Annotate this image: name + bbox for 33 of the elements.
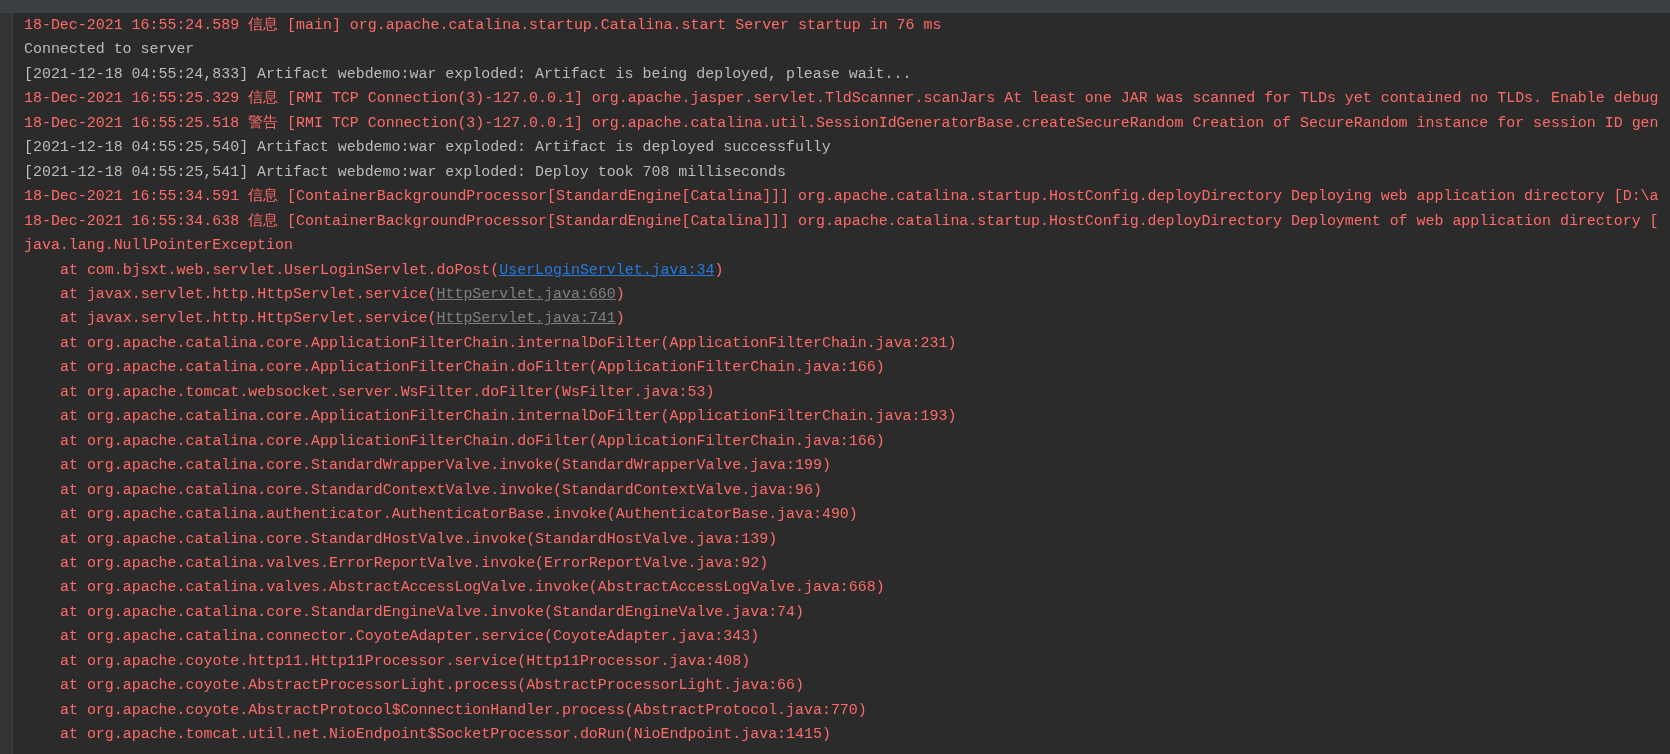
log-line: java.lang.NullPointerException bbox=[24, 236, 293, 256]
log-line: at org.apache.catalina.valves.AbstractAccessLogValve.invoke(AbstractAccessLogValve.java:668) bbox=[60, 578, 885, 598]
log-line: at com.bjsxt.web.servlet.UserLoginServlet.doPost(UserLoginServlet.java:34) bbox=[60, 260, 724, 280]
log-line: at org.apache.coyote.AbstractProtocol$ConnectionHandler.process(AbstractProtocol.java:770) bbox=[60, 700, 867, 720]
log-line: at org.apache.coyote.http11.Http11Processor.service(Http11Processor.java:408) bbox=[60, 651, 751, 671]
log-line: [2021-12-18 04:55:25,540] Artifact webdemo:war exploded: Artifact is deployed successfully bbox=[24, 138, 831, 158]
log-line: at org.apache.catalina.authenticator.AuthenticatorBase.invoke(AuthenticatorBase.java:490) bbox=[60, 505, 858, 525]
log-line: at org.apache.catalina.core.ApplicationFilterChain.internalDoFilter(ApplicationFilterChain.java:231) bbox=[60, 333, 957, 353]
log-line: at org.apache.catalina.core.StandardHostValve.invoke(StandardHostValve.java:139) bbox=[60, 529, 778, 549]
source-link[interactable]: UserLoginServlet.java:34 bbox=[499, 261, 715, 278]
log-line: [2021-12-18 04:55:25,541] Artifact webdemo:war exploded: Deploy took 708 milliseconds bbox=[24, 162, 786, 182]
log-line: at org.apache.catalina.core.StandardWrapperValve.invoke(StandardWrapperValve.java:199) bbox=[60, 456, 831, 476]
log-line: at org.apache.tomcat.util.net.NioEndpoint$SocketProcessor.doRun(NioEndpoint.java:1415) bbox=[60, 725, 831, 745]
log-line: at org.apache.catalina.core.ApplicationFilterChain.doFilter(ApplicationFilterChain.java:166) bbox=[60, 358, 885, 378]
log-line: at javax.servlet.http.HttpServlet.service(HttpServlet.java:741) bbox=[60, 309, 625, 329]
log-line: 18-Dec-2021 16:55:34.591 信息 [ContainerBackgroundProcessor[StandardEngine[Catalina]]] org.apache.catalina.startup.HostConfig.deployDirectory Deploying web application directory [D:\a bbox=[24, 187, 1659, 207]
log-line: 18-Dec-2021 16:55:34.638 信息 [ContainerBackgroundProcessor[StandardEngine[Catalina]]] org.apache.catalina.startup.HostConfig.deployDirectory Deployment of web application directory [ bbox=[24, 211, 1659, 231]
log-line: at org.apache.catalina.core.ApplicationFilterChain.internalDoFilter(ApplicationFilterChain.java:193) bbox=[60, 407, 957, 427]
log-line: at org.apache.catalina.core.StandardContextValve.invoke(StandardContextValve.java:96) bbox=[60, 480, 822, 500]
log-line: [2021-12-18 04:55:24,833] Artifact webdemo:war exploded: Artifact is being deployed, please wait... bbox=[24, 64, 912, 84]
source-link[interactable]: HttpServlet.java:741 bbox=[436, 310, 616, 327]
log-line: at org.apache.catalina.core.StandardEngineValve.invoke(StandardEngineValve.java:74) bbox=[60, 602, 804, 622]
source-link[interactable]: HttpServlet.java:660 bbox=[436, 286, 616, 302]
log-line: 18-Dec-2021 16:55:25.518 警告 [RMI TCP Connection(3)-127.0.0.1] org.apache.catalina.util.SessionIdGeneratorBase.createSecureRandom Creation of SecureRandom instance for session ID gen bbox=[24, 113, 1659, 133]
log-line: at org.apache.coyote.AbstractProcessorLight.process(AbstractProcessorLight.java:66) bbox=[60, 676, 804, 696]
log-line: at org.apache.catalina.connector.CoyoteAdapter.service(CoyoteAdapter.java:343) bbox=[60, 627, 760, 647]
log-line: at org.apache.tomcat.websocket.server.WsFilter.doFilter(WsFilter.java:53) bbox=[60, 382, 715, 402]
log-line: at org.apache.catalina.valves.ErrorReportValve.invoke(ErrorReportValve.java:92) bbox=[60, 553, 769, 573]
log-line: 18-Dec-2021 16:55:25.329 信息 [RMI TCP Connection(3)-127.0.0.1] org.apache.jasper.servlet.TldScanner.scanJars At least one JAR was scanned for TLDs yet contained no TLDs. Enable debug bbox=[24, 89, 1659, 109]
log-line: Connected to server bbox=[24, 40, 195, 60]
log-line: at javax.servlet.http.HttpServlet.service(HttpServlet.java:660) bbox=[60, 285, 625, 304]
log-line: 18-Dec-2021 16:55:24.589 信息 [main] org.apache.catalina.startup.Catalina.start Server startup in 76 ms bbox=[24, 16, 942, 35]
log-line: at org.apache.catalina.core.ApplicationFilterChain.doFilter(ApplicationFilterChain.java:166) bbox=[60, 431, 885, 451]
